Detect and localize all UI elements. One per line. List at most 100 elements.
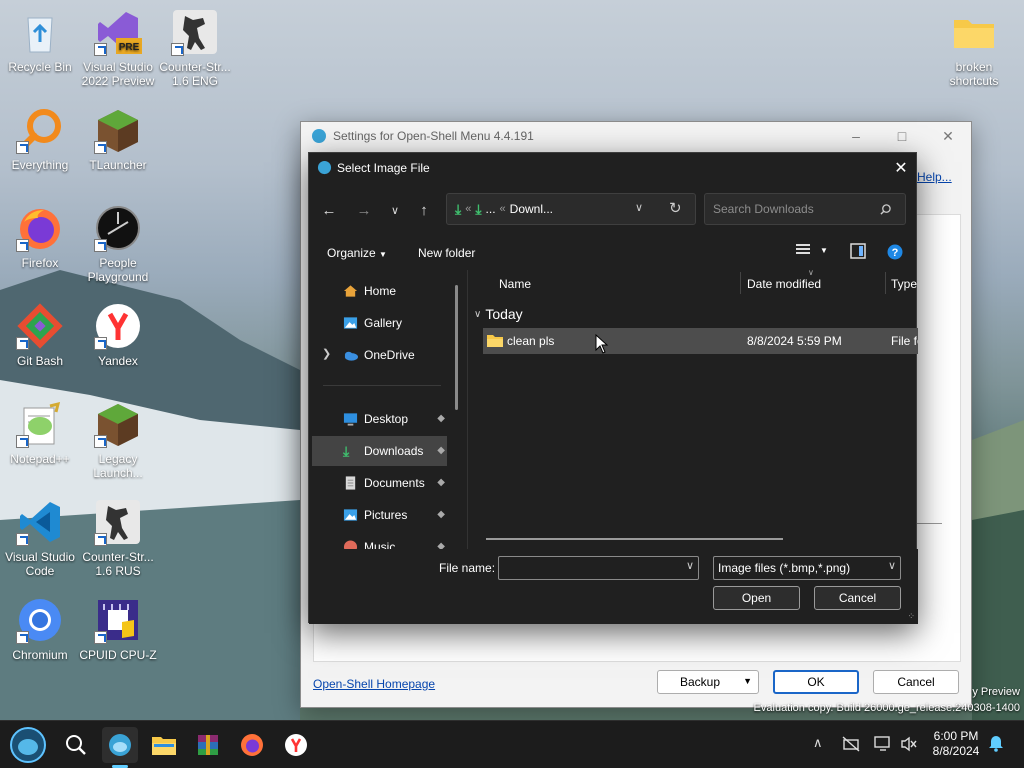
recycle-bin-icon — [27, 17, 53, 53]
nav-item-documents[interactable]: Documents ◆ — [312, 468, 447, 498]
dialog-cancel-button[interactable]: Cancel — [814, 586, 901, 610]
breadcrumb-segment[interactable]: ... — [486, 202, 496, 216]
file-explorer-icon — [152, 737, 176, 755]
shortcut-arrow-icon — [16, 533, 29, 546]
pin-icon: ◆ — [437, 413, 445, 424]
chevron-right-icon[interactable]: ❯ — [322, 347, 331, 360]
settings-title: Settings for Open-Shell Menu 4.4.191 — [333, 129, 534, 143]
desktop-icon-legacy-launcher[interactable]: Legacy Launch... — [78, 400, 158, 480]
nav-item-onedrive[interactable]: ❯ OneDrive — [312, 340, 447, 370]
start-button[interactable] — [8, 725, 48, 765]
clock[interactable]: 6:00 PM 8/8/2024 — [930, 729, 982, 759]
nav-pane-scrollbar[interactable] — [455, 285, 458, 410]
folder-icon — [954, 20, 994, 48]
file-date: 8/8/2024 5:59 PM — [747, 334, 842, 348]
taskbar: ∧ 6:00 PM 8/8/2024 — [0, 720, 1024, 768]
recent-locations-chevron-icon[interactable]: ∨ — [383, 199, 407, 221]
taskbar-firefox[interactable] — [234, 727, 270, 763]
desktop-icon-firefox[interactable]: Firefox — [0, 204, 80, 270]
column-separator[interactable] — [740, 272, 741, 294]
column-separator[interactable] — [885, 272, 886, 294]
nav-item-desktop[interactable]: Desktop ◆ — [312, 404, 447, 434]
open-button[interactable]: Open — [713, 586, 800, 610]
chevron-down-icon[interactable]: ▼ — [820, 246, 828, 255]
show-hidden-icons-chevron-icon[interactable]: ∧ — [813, 735, 823, 751]
resize-grip-icon[interactable]: ⁘ — [907, 611, 915, 622]
taskbar-search-button[interactable] — [58, 727, 94, 763]
desktop-icon-label: Counter-Str... 1.6 ENG — [159, 60, 231, 88]
view-options-icon[interactable] — [795, 243, 811, 260]
nav-item-home[interactable]: Home — [312, 276, 447, 306]
volume-muted-icon[interactable] — [900, 736, 918, 755]
refresh-icon[interactable]: ↻ — [669, 199, 682, 217]
breadcrumb-segment[interactable]: Downl... — [510, 202, 553, 216]
desktop-icon-vscode[interactable]: Visual Studio Code — [0, 498, 80, 578]
taskbar-file-explorer[interactable] — [146, 727, 182, 763]
forward-arrow-icon[interactable]: → — [352, 199, 376, 221]
desktop-icon-counter-strike-rus[interactable]: Counter-Str... 1.6 RUS — [78, 498, 158, 578]
desktop-icon-people-playground[interactable]: People Playground — [78, 204, 158, 284]
desktop-icon-counter-strike-eng[interactable]: Counter-Str... 1.6 ENG — [155, 8, 235, 88]
new-folder-button[interactable]: New folder — [418, 246, 475, 260]
desktop-icon-label: Everything — [11, 158, 69, 172]
backup-button[interactable]: Backup ▼ — [657, 670, 759, 694]
file-name-label: File name: — [439, 561, 496, 575]
nav-item-music[interactable]: Music ◆ — [312, 532, 447, 549]
sort-indicator-icon: ∨ — [808, 270, 814, 277]
nav-item-gallery[interactable]: Gallery — [312, 308, 447, 338]
desktop-icon-cpu-z[interactable]: CPUID CPU-Z — [78, 596, 158, 662]
desktop-icon-git-bash[interactable]: Git Bash — [0, 302, 80, 368]
search-input[interactable]: Search Downloads — [704, 193, 906, 225]
file-name-input[interactable]: ∨ — [498, 556, 699, 580]
help-icon[interactable]: ? — [887, 244, 903, 263]
help-link[interactable]: Help... — [917, 170, 952, 184]
close-icon[interactable]: ✕ — [925, 122, 971, 150]
nav-separator — [323, 385, 441, 386]
desktop-icon-tlauncher[interactable]: TLauncher — [78, 106, 158, 172]
preview-pane-icon[interactable] — [850, 243, 866, 262]
desktop-icon-visual-studio[interactable]: PRE Visual Studio 2022 Preview — [78, 8, 158, 88]
group-header-today[interactable]: ∨ Today — [474, 306, 523, 322]
taskbar-yandex[interactable] — [278, 727, 314, 763]
display-icon[interactable] — [874, 736, 892, 755]
desktop-icon-chromium[interactable]: Chromium — [0, 596, 80, 662]
address-bar[interactable]: ⤓ « ⤓ ... « Downl... ∨ ↻ — [446, 193, 696, 225]
downloads-icon: ⤓ — [455, 200, 462, 217]
desktop-icon-label: Firefox — [21, 256, 59, 270]
folder-icon — [487, 335, 503, 347]
ok-button[interactable]: OK — [773, 670, 859, 694]
minimize-icon[interactable]: – — [833, 122, 879, 150]
dialog-title: Select Image File — [337, 161, 430, 175]
desktop-icon-notepad-plus-plus[interactable]: Notepad++ — [0, 400, 80, 466]
taskbar-open-shell-settings[interactable] — [102, 727, 138, 763]
search-icon — [880, 204, 891, 215]
close-icon[interactable]: ✕ — [886, 153, 916, 183]
file-type-filter[interactable]: Image files (*.bmp,*.png) ∨ — [713, 556, 901, 580]
maximize-icon[interactable]: □ — [879, 122, 925, 150]
column-header-type[interactable]: Type — [891, 270, 917, 298]
desktop-icon-everything[interactable]: Everything — [0, 106, 80, 172]
up-arrow-icon[interactable]: ↑ — [412, 199, 436, 221]
taskbar-winrar[interactable] — [190, 727, 226, 763]
address-dropdown-icon[interactable]: ∨ — [635, 201, 643, 214]
open-shell-homepage-link[interactable]: Open-Shell Homepage — [313, 677, 435, 691]
file-list-scrollbar[interactable] — [486, 538, 783, 540]
notifications-bell-icon[interactable] — [988, 734, 1004, 755]
back-arrow-icon[interactable]: ← — [317, 199, 341, 221]
network-disconnected-icon[interactable] — [842, 736, 860, 755]
organize-menu[interactable]: Organize ▼ — [327, 246, 387, 260]
column-header-name[interactable]: Name — [499, 270, 531, 298]
settings-cancel-button[interactable]: Cancel — [873, 670, 959, 694]
desktop-icon-yandex[interactable]: Yandex — [78, 302, 158, 368]
breadcrumb-separator: « — [499, 203, 506, 215]
nav-item-downloads[interactable]: ⤓ Downloads ◆ — [312, 436, 447, 466]
chevron-down-icon[interactable]: ∨ — [686, 559, 694, 572]
desktop-icon-broken-shortcuts[interactable]: broken shortcuts — [934, 8, 1014, 88]
desktop-icon-recycle-bin[interactable]: Recycle Bin — [0, 8, 80, 74]
shortcut-arrow-icon — [16, 631, 29, 644]
shortcut-arrow-icon — [171, 43, 184, 56]
file-row[interactable]: clean pls 8/8/2024 5:59 PM File fo — [483, 328, 918, 354]
nav-item-pictures[interactable]: Pictures ◆ — [312, 500, 447, 530]
clock-date: 8/8/2024 — [932, 744, 980, 758]
select-image-file-dialog: Select Image File ✕ ← → ∨ ↑ ⤓ « ⤓ ... « … — [308, 152, 918, 624]
